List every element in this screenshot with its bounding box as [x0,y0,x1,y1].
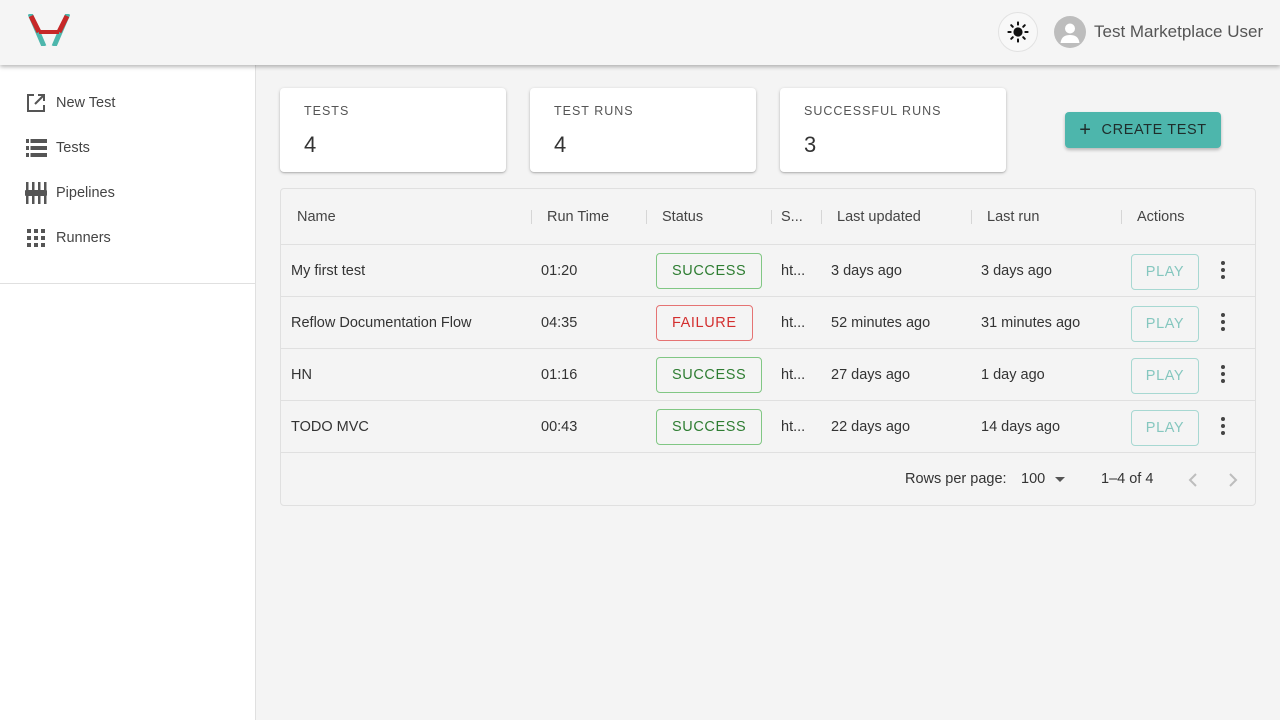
plus-icon: + [1079,119,1092,141]
cell-last-run: 1 day ago [981,366,1045,383]
status-badge: FAILURE [656,304,753,341]
column-header-last-run[interactable]: Last run [987,189,1117,245]
theme-toggle-button[interactable] [998,12,1038,52]
cell-run-time: 04:35 [541,314,578,331]
stat-label: SUCCESSFUL RUNS [804,104,942,118]
status-badge: SUCCESS [656,356,763,393]
column-header-name[interactable]: Name [297,189,527,245]
avatar [1054,16,1086,48]
previous-page-button[interactable] [1177,464,1209,496]
pagination-range: 1–4 of 4 [1101,471,1154,487]
table-row[interactable]: Reflow Documentation Flow 04:35 FAILURE … [281,297,1255,349]
play-button[interactable]: PLAY [1131,358,1199,394]
more-vert-icon[interactable] [1211,362,1235,386]
rows-per-page-value: 100 [1021,471,1046,487]
cell-status: SUCCESS [656,349,776,400]
cell-last-run: 31 minutes ago [981,314,1081,331]
sidebar-item-label: Tests [56,139,90,156]
status-badge: SUCCESS [656,252,763,289]
sidebar-item-label: Pipelines [56,184,115,201]
column-separator[interactable] [771,210,772,224]
cell-name: HN [291,366,312,383]
cell-status: SUCCESS [656,401,776,452]
column-header-last-updated[interactable]: Last updated [837,189,967,245]
sidebar-item-runners[interactable]: Runners [0,215,255,260]
stat-card-tests: TESTS 4 [280,88,506,172]
grid-icon [25,227,47,249]
stat-value: 3 [804,132,817,157]
cell-run-time: 01:20 [541,262,578,279]
arrow-drop-down-icon [1055,477,1066,482]
cell-name: TODO MVC [291,418,369,435]
column-header-actions: Actions [1137,209,1185,225]
cell-url: ht... [781,314,806,331]
user-menu[interactable]: Test Marketplace User [1054,16,1263,48]
column-separator[interactable] [971,210,972,224]
chevron-left-icon [1188,473,1197,487]
sidebar-divider [0,283,255,284]
cell-last-run: 14 days ago [981,418,1061,435]
status-badge: SUCCESS [656,408,763,445]
column-separator[interactable] [646,210,647,224]
stat-label: TESTS [304,104,350,118]
stat-card-successful-runs: SUCCESSFUL RUNS 3 [780,88,1006,172]
table-header: Name Run Time Status S... Last updated L… [281,189,1255,245]
column-header-run-time[interactable]: Run Time [547,189,645,245]
sidebar-item-pipelines[interactable]: Pipelines [0,170,255,215]
sidebar-item-label: New Test [56,94,116,111]
table-pagination: Rows per page: 100 1–4 of 4 [281,454,1255,506]
more-vert-icon[interactable] [1211,258,1235,282]
cell-url: ht... [781,366,806,383]
column-header-url[interactable]: S... [781,189,817,245]
stat-value: 4 [304,132,317,157]
cell-run-time: 01:16 [541,366,578,383]
rows-per-page-select[interactable]: 100 [1021,471,1071,487]
next-page-button[interactable] [1217,464,1249,496]
cell-name: Reflow Documentation Flow [291,314,472,331]
cell-url: ht... [781,262,806,279]
rows-per-page-label: Rows per page: [905,471,1007,487]
open-in-new-icon [25,92,47,114]
tests-table: Name Run Time Status S... Last updated L… [280,188,1256,506]
play-button[interactable]: PLAY [1131,410,1199,446]
cell-last-updated: 27 days ago [831,366,911,383]
cell-last-updated: 22 days ago [831,418,911,435]
column-separator[interactable] [531,210,532,224]
app-logo-icon[interactable] [27,12,71,48]
cell-url: ht... [781,418,806,435]
column-separator[interactable] [1121,210,1122,224]
create-test-button[interactable]: + CREATE TEST [1065,112,1221,148]
column-header-status[interactable]: Status [662,189,767,245]
sun-icon [1007,21,1029,43]
cell-status: FAILURE [656,297,776,348]
app-header: Test Marketplace User [0,0,1280,65]
play-button[interactable]: PLAY [1131,306,1199,342]
cell-status: SUCCESS [656,245,776,296]
stat-value: 4 [554,132,567,157]
cell-last-run: 3 days ago [981,262,1052,279]
cell-last-updated: 52 minutes ago [831,314,931,331]
sidebar-item-tests[interactable]: Tests [0,125,255,170]
table-row[interactable]: My first test 01:20 SUCCESS ht... 3 days… [281,245,1255,297]
cell-run-time: 00:43 [541,418,578,435]
stat-card-test-runs: TEST RUNS 4 [530,88,756,172]
sidebar-item-new-test[interactable]: New Test [0,80,255,125]
table-row[interactable]: HN 01:16 SUCCESS ht... 27 days ago 1 day… [281,349,1255,401]
user-name: Test Marketplace User [1094,22,1264,41]
sidebar: New Test Tests Pipelines Runners [0,65,256,720]
cell-last-updated: 3 days ago [831,262,902,279]
list-icon [25,137,47,159]
person-icon [1060,23,1080,43]
stat-label: TEST RUNS [554,104,634,118]
more-vert-icon[interactable] [1211,414,1235,438]
sidebar-item-label: Runners [56,229,111,246]
pipelines-icon [25,181,47,204]
more-vert-icon[interactable] [1211,310,1235,334]
chevron-right-icon [1229,473,1238,487]
play-button[interactable]: PLAY [1131,254,1199,290]
column-separator[interactable] [821,210,822,224]
cell-name: My first test [291,262,366,279]
create-test-label: CREATE TEST [1101,122,1207,138]
table-row[interactable]: TODO MVC 00:43 SUCCESS ht... 22 days ago… [281,401,1255,453]
